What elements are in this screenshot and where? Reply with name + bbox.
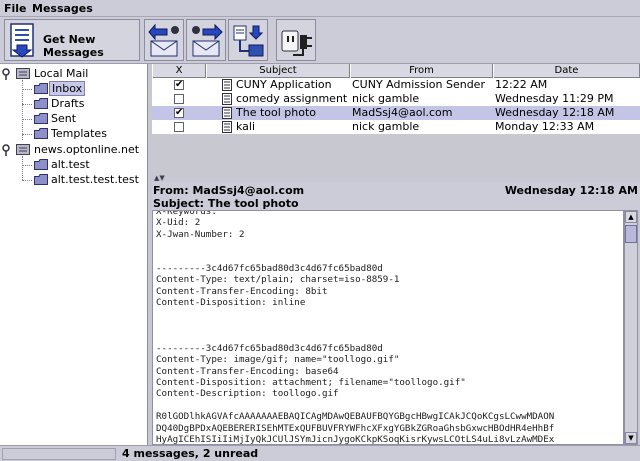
message-body-line: X-Uid: 2	[156, 217, 201, 229]
message-body-line: Content-Description: toollogo.gif	[156, 388, 339, 400]
row-subject: comedy assignment	[236, 92, 348, 105]
tree-folder-label: alt.test	[51, 158, 90, 171]
message-date: Wednesday 12:18 AM	[504, 184, 638, 197]
row-from: MadSsj4@aol.com	[352, 106, 453, 119]
message-body-line: HyAgICEhISIiIiMjIyQkJCUlJSYmJicnJygoKCkp…	[156, 434, 555, 445]
message-header: From: MadSsj4@aol.com Wednesday 12:18 AM…	[152, 182, 640, 210]
status-text: 4 messages, 2 unread	[122, 447, 259, 460]
row-from: nick gamble	[352, 92, 420, 105]
newsgroup-folder-icon	[34, 159, 48, 170]
folder-icon	[34, 98, 48, 109]
forward-envelope-icon	[192, 23, 223, 57]
message-body-line: R0lGODlhkAGVAfcAAAAAAAEBAQICAgMDAwQEBAUF…	[156, 411, 555, 423]
move-folder-icon	[233, 25, 264, 57]
splitter-arrows-icon[interactable]: ▲▼	[154, 174, 165, 182]
table-row[interactable]: kali nick gamble Monday 12:33 AM	[152, 120, 640, 134]
scroll-down-arrow[interactable]: ▼	[625, 432, 637, 444]
expander-icon[interactable]	[2, 68, 10, 80]
row-date: Wednesday 12:18 AM	[495, 106, 615, 119]
message-subject: Subject: The tool photo	[153, 197, 299, 210]
folder-icon	[34, 113, 48, 124]
newsgroup-folder-icon	[34, 174, 48, 185]
tree-folder-label: Drafts	[51, 97, 85, 110]
row-from: nick gamble	[352, 120, 420, 133]
scroll-thumb[interactable]	[625, 225, 637, 243]
tree-folder-label: Sent	[51, 112, 77, 125]
toolbar: Get New Messages	[0, 17, 640, 64]
read-checkbox[interactable]	[174, 94, 184, 104]
message-body-line: Content-Disposition: attachment; filenam…	[156, 377, 466, 388]
reply-envelope-icon	[148, 23, 179, 57]
tree-folder-label: alt.test.test.test	[51, 173, 139, 186]
row-subject: The tool photo	[236, 106, 317, 119]
row-date: 12:22 AM	[495, 78, 548, 91]
column-header-from[interactable]: From	[350, 64, 493, 78]
message-body-line: ---------3c4d67fc65bad80d3c4d67fc65bad80…	[156, 263, 383, 274]
menu-file[interactable]: File	[4, 2, 27, 15]
message-body-line: Content-Disposition: inline	[156, 297, 306, 309]
scroll-up-arrow[interactable]: ▲	[625, 211, 637, 223]
message-body-line: Content-Type: text/plain; charset=iso-88…	[156, 274, 400, 286]
message-icon	[222, 79, 232, 91]
power-plug-icon	[281, 30, 312, 56]
row-date: Monday 12:33 AM	[495, 120, 595, 133]
expander-icon[interactable]	[2, 144, 10, 156]
row-from: CUNY Admission Sender	[352, 78, 485, 91]
row-subject: kali	[236, 120, 256, 133]
folder-tree: Local Mail Inbox Drafts Sent Templates n…	[0, 64, 148, 445]
folder-icon	[34, 83, 48, 94]
table-header: X Subject From Date	[152, 64, 640, 78]
message-body-scrollbar[interactable]: ▲ ▼	[624, 210, 638, 445]
row-date: Wednesday 11:29 PM	[495, 92, 614, 105]
get-new-messages-label: Get New Messages	[43, 33, 104, 59]
column-header-date[interactable]: Date	[493, 64, 640, 78]
mailbox-icon	[16, 68, 30, 79]
tree-account-label: Local Mail	[34, 67, 89, 80]
message-from: From: MadSsj4@aol.com	[153, 184, 305, 197]
message-body-line: Content-Type: image/gif; name="toollogo.…	[156, 354, 400, 366]
folder-icon	[34, 128, 48, 139]
message-body-line: X-Jwan-Number: 2	[156, 228, 245, 240]
reply-button[interactable]	[144, 19, 184, 61]
message-body-line: DQ40DgBPDxAQEBERERISEhMTExQUFBUVFRYWFhcX…	[156, 422, 555, 434]
forward-button[interactable]	[186, 19, 226, 61]
column-header-subject[interactable]: Subject	[206, 64, 350, 78]
table-row-selected[interactable]: ✔ The tool photo MadSsj4@aol.com Wednesd…	[152, 106, 640, 120]
column-header-x[interactable]: X	[152, 64, 206, 78]
message-icon	[222, 107, 232, 119]
status-bar: 4 messages, 2 unread	[0, 445, 640, 461]
read-checkbox[interactable]: ✔	[174, 108, 184, 118]
message-icon	[222, 93, 232, 105]
menubar: File Messages	[0, 0, 640, 17]
message-body-line: Content-Transfer-Encoding: base64	[156, 365, 339, 377]
get-new-messages-button[interactable]: Get New Messages	[4, 19, 140, 61]
inbox-download-icon	[10, 23, 34, 58]
read-checkbox[interactable]: ✔	[174, 80, 184, 90]
table-row[interactable]: ✔ CUNY Application CUNY Admission Sender…	[152, 78, 640, 92]
message-body-line: Content-Transfer-Encoding: 8bit	[156, 285, 328, 297]
read-checkbox[interactable]	[174, 122, 184, 132]
table-row[interactable]: comedy assignment nick gamble Wednesday …	[152, 92, 640, 106]
tree-folder-label: Inbox	[49, 81, 86, 96]
message-body[interactable]: X-Keywords: X-Uid: 2 X-Jwan-Number: 2 -----…	[152, 210, 624, 445]
connect-button[interactable]	[276, 19, 316, 61]
table-body: ✔ CUNY Application CUNY Admission Sender…	[152, 78, 640, 176]
tree-folder-label: Templates	[51, 127, 107, 140]
tree-account-label: news.optonline.net	[34, 143, 140, 156]
message-table: X Subject From Date ✔ CUNY Application C…	[152, 64, 640, 176]
message-body-line: X-Keywords:	[156, 210, 217, 217]
status-progress-cell	[2, 448, 116, 460]
menu-messages[interactable]: Messages	[32, 2, 93, 15]
move-message-button[interactable]	[228, 19, 268, 61]
message-body-line: ---------3c4d67fc65bad80d3c4d67fc65bad80…	[156, 342, 383, 354]
row-subject: CUNY Application	[236, 78, 332, 91]
news-server-icon	[16, 144, 30, 155]
message-icon	[222, 121, 232, 133]
